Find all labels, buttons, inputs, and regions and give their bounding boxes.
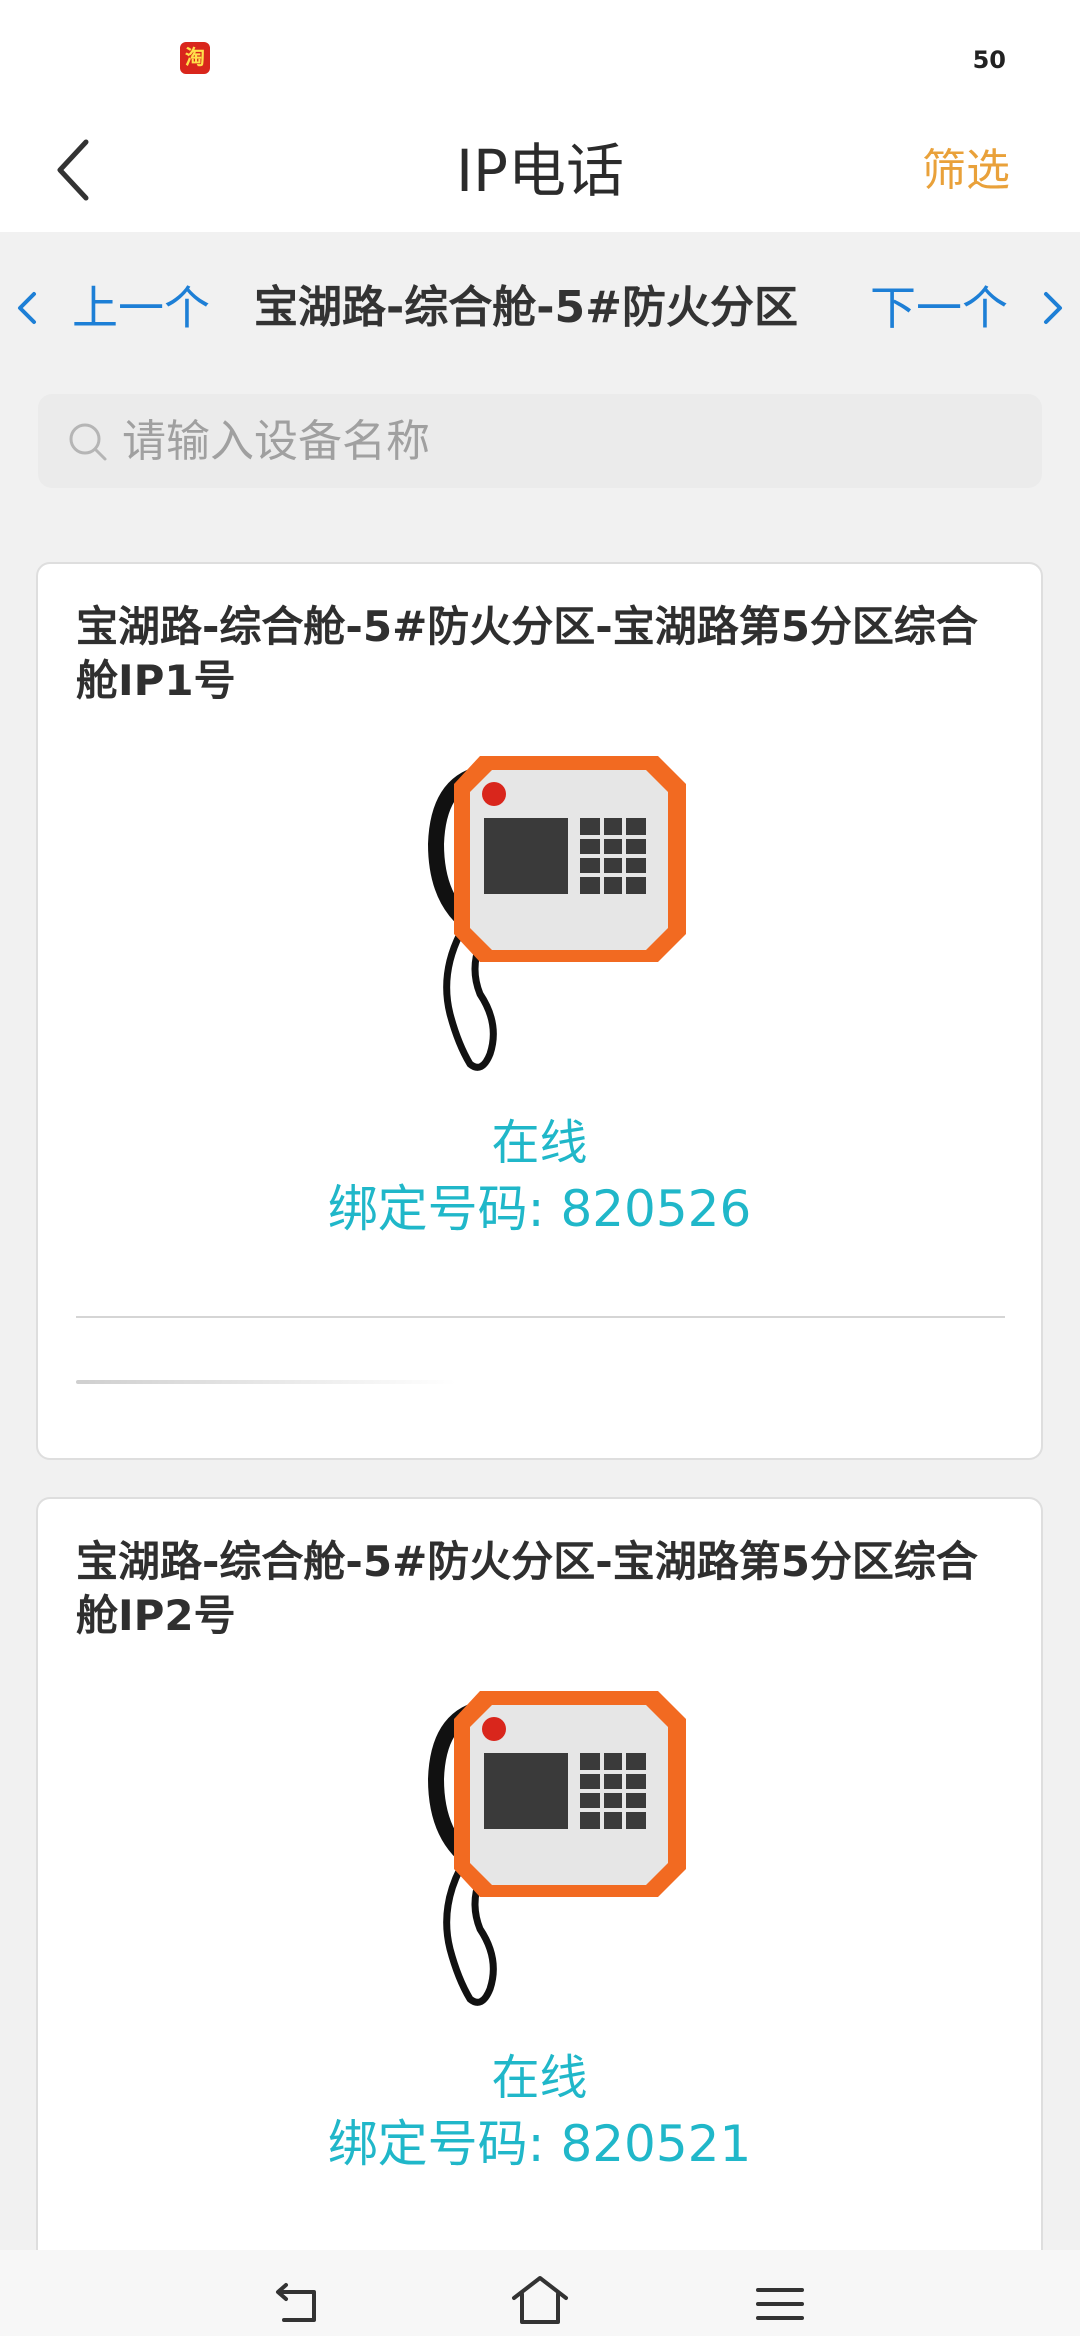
battery-level: 50 (972, 46, 1006, 74)
next-area-button[interactable]: 下一个 (870, 278, 1008, 338)
bound-number-label: 绑定号码: (327, 2115, 561, 2173)
bound-number: 绑定号码: 820526 (38, 1176, 1041, 1242)
prev-chevron-icon[interactable] (12, 288, 42, 328)
area-pager: 上一个 宝湖路-综合舱-5#防火分区 下一个 (0, 232, 1080, 382)
header: IP电话 筛选 (0, 110, 1080, 232)
device-card[interactable]: 宝湖路-综合舱-5#防火分区-宝湖路第5分区综合舱IP1号 在线 绑定号码: 8… (36, 562, 1043, 1460)
filter-button[interactable]: 筛选 (922, 138, 1010, 204)
card-divider (76, 1316, 1005, 1318)
search-icon (69, 423, 107, 461)
device-name: 宝湖路-综合舱-5#防火分区-宝湖路第5分区综合舱IP1号 (76, 602, 978, 705)
next-chevron-icon[interactable] (1038, 288, 1068, 328)
bound-number-value: 820521 (560, 2115, 752, 2173)
status-bar: 淘 50 (0, 0, 1080, 110)
search-input[interactable] (122, 394, 1022, 488)
page-title: IP电话 (455, 137, 625, 205)
device-status: 在线 (491, 1115, 588, 1171)
bound-number-label: 绑定号码: (327, 1180, 561, 1238)
device-status: 在线 (491, 2050, 588, 2106)
device-card[interactable]: 宝湖路-综合舱-5#防火分区-宝湖路第5分区综合舱IP2号 在线 绑定号码: 8… (36, 1497, 1043, 2336)
current-area-label: 宝湖路-综合舱-5#防火分区 (254, 282, 799, 333)
taobao-app-icon: 淘 (180, 42, 210, 74)
nav-home-icon[interactable] (508, 2272, 572, 2328)
device-name: 宝湖路-综合舱-5#防火分区-宝湖路第5分区综合舱IP2号 (76, 1537, 978, 1640)
bound-number-value: 820526 (560, 1180, 752, 1238)
nav-back-icon[interactable] (270, 2280, 326, 2328)
nav-menu-icon[interactable] (752, 2280, 808, 2328)
bound-number: 绑定号码: 820521 (38, 2111, 1041, 2177)
card-loading-bar (76, 1380, 456, 1384)
ip-phone-icon (427, 1691, 686, 2006)
system-nav-bar (0, 2250, 1080, 2336)
ip-phone-icon (427, 756, 686, 1071)
prev-area-button[interactable]: 上一个 (72, 278, 210, 338)
search-box (38, 394, 1042, 488)
